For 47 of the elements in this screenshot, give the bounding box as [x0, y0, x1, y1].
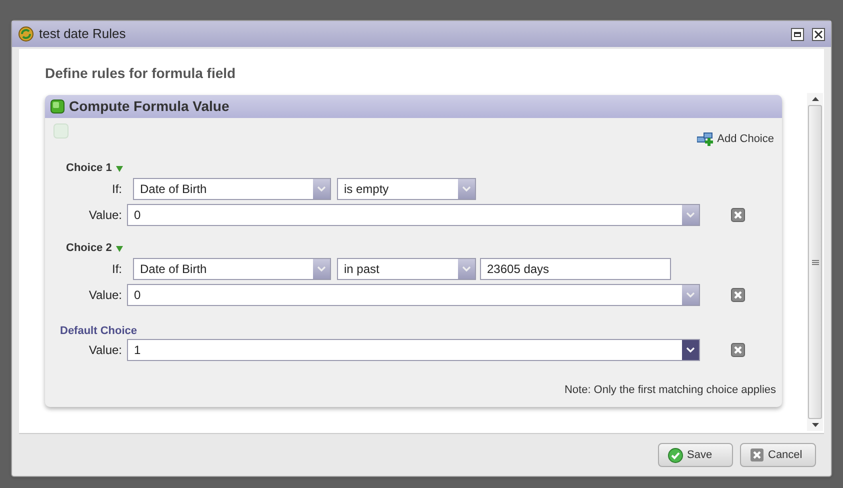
caret-icon: [686, 292, 695, 298]
caret-icon: [462, 186, 471, 192]
field-label: If:: [110, 180, 123, 198]
close-button[interactable]: [812, 28, 825, 40]
cube-icon: [53, 123, 69, 139]
operand-input[interactable]: 23605 days: [480, 258, 671, 280]
field-dropdown[interactable]: Date of Birth: [133, 258, 331, 280]
maximize-button[interactable]: [791, 28, 804, 40]
scroll-down-icon[interactable]: [812, 423, 818, 427]
scrollbar[interactable]: [807, 93, 823, 431]
cube-icon: [50, 99, 65, 114]
caret-icon: [686, 212, 695, 218]
add-icon: [697, 132, 716, 146]
value-dropdown[interactable]: 0: [127, 284, 700, 306]
app-icon: [18, 26, 34, 42]
delete-icon[interactable]: [731, 288, 745, 302]
field-label: Value:: [88, 342, 123, 359]
window-title: test date Rules: [39, 25, 126, 44]
collapse-icon[interactable]: [116, 166, 123, 172]
field-label: If:: [110, 260, 123, 278]
caret-icon: [462, 266, 471, 272]
field-label: Value:: [88, 286, 123, 304]
note-text: Note: Only the first matching choice applies: [564, 382, 776, 398]
operator-dropdown[interactable]: is empty: [337, 178, 476, 200]
delete-icon[interactable]: [731, 343, 745, 357]
collapse-icon[interactable]: [116, 246, 123, 252]
choice-title: Choice 2: [66, 241, 112, 256]
add-choice-link[interactable]: Add Choice: [697, 131, 774, 148]
field-label: Value:: [88, 206, 123, 224]
caret-icon: [317, 186, 326, 192]
dialog-heading: Define rules for formula field: [45, 64, 237, 83]
field-dropdown[interactable]: Date of Birth: [133, 178, 331, 200]
choice-title: Choice 1: [66, 161, 112, 176]
check-icon: [668, 448, 683, 462]
value-dropdown[interactable]: 1: [127, 339, 700, 361]
panel-title: Compute Formula Value: [69, 97, 230, 116]
save-button[interactable]: Save: [658, 443, 733, 467]
caret-icon: [686, 347, 695, 353]
cancel-button[interactable]: Cancel: [740, 443, 816, 467]
value-dropdown[interactable]: 0: [127, 204, 700, 226]
delete-icon[interactable]: [731, 208, 745, 222]
close-icon: [750, 448, 764, 462]
default-choice-title: Default Choice: [59, 324, 138, 338]
operator-dropdown[interactable]: in past: [337, 258, 476, 280]
scroll-up-icon[interactable]: [812, 97, 818, 101]
scroll-thumb[interactable]: [808, 105, 822, 419]
caret-icon: [317, 266, 326, 272]
